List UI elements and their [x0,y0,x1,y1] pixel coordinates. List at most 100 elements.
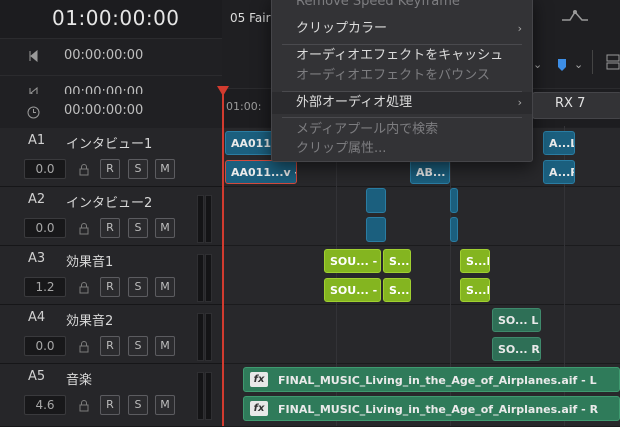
solo-button[interactable]: S [128,218,148,238]
mute-button[interactable]: M [155,159,175,179]
audio-clip[interactable]: AB... R [410,160,450,184]
ruler-label: 01:00: [226,100,262,113]
external-processing-submenu: RX 7 [532,92,620,119]
track-header-a5[interactable]: A5 音楽 4.6 R S M [0,364,222,427]
solo-button[interactable]: S [128,277,148,297]
track-volume[interactable]: 0.0 [24,159,66,179]
menu-item-label: オーディオエフェクトをキャッシュ [296,48,504,63]
chevron-right-icon: › [517,22,522,35]
chevron-down-icon[interactable]: ⌄ [533,58,542,71]
level-meter [205,313,212,361]
music-clip-right[interactable]: fx FINAL_MUSIC_Living_in_the_Age_of_Airp… [243,396,620,421]
playhead[interactable] [222,88,224,426]
track-name[interactable]: インタビュー2 [66,192,152,211]
track-header-a1[interactable]: A1 インタビュー1 0.0 R S M [0,128,222,187]
audio-clip[interactable] [450,217,458,242]
lock-icon[interactable] [79,220,89,235]
in-point-icon [28,49,40,63]
menu-item-label: メディアプール内で検索 [296,122,439,137]
menu-item-clip-color[interactable]: クリップカラー › [272,18,532,40]
timecode-value: 01:00:00:00 [52,6,180,30]
menu-separator [282,117,522,118]
audio-clip[interactable]: SO... L [492,308,541,332]
solo-button[interactable]: S [128,336,148,356]
level-meter [197,254,204,302]
fx-icon: fx [250,401,268,416]
level-meter [197,372,204,420]
record-arm-button[interactable]: R [100,159,120,179]
track-header-a3[interactable]: A3 効果音1 1.2 R S M [0,246,222,305]
track-volume[interactable]: 0.0 [24,336,66,356]
chevron-down-icon[interactable]: ⌄ [574,58,583,71]
music-clip-label: FINAL_MUSIC_Living_in_the_Age_of_Airplan… [278,374,597,387]
menu-item-clip-attributes[interactable]: クリップ属性... [272,138,532,160]
audio-clip[interactable]: AA011... [225,131,275,155]
level-meter [197,195,204,243]
solo-button[interactable]: S [128,395,148,415]
audio-clip[interactable]: S...R [383,278,411,302]
record-arm-button[interactable]: R [100,336,120,356]
audio-clip[interactable]: SOU... - R [324,278,381,302]
mute-button[interactable]: M [155,218,175,238]
track-name[interactable]: 音楽 [66,369,92,388]
audio-clip[interactable]: SO... R [492,337,541,361]
playhead-handle[interactable] [217,86,229,96]
music-clip-left[interactable]: fx FINAL_MUSIC_Living_in_the_Age_of_Airp… [243,367,620,392]
mute-button[interactable]: M [155,277,175,297]
menu-item-cache-audio-effects[interactable]: オーディオエフェクトをキャッシュ [272,45,532,67]
track-lane-a3[interactable] [222,246,620,305]
audio-clip[interactable]: S...L [383,249,411,273]
audio-clip[interactable]: A...L [543,131,575,155]
track-id: A3 [28,251,46,266]
lock-icon[interactable] [79,279,89,294]
chevron-right-icon: › [517,96,522,109]
audio-clip[interactable] [366,188,386,213]
track-header-a2[interactable]: A2 インタビュー2 0.0 R S M [0,187,222,246]
flag-icon[interactable] [556,57,568,76]
menu-item-bounce-audio-effects[interactable]: オーディオエフェクトをバウンス [272,65,532,87]
clip-context-menu: Remove Speed Keyframe クリップカラー › オーディオエフェ… [271,0,533,162]
level-meter [205,254,212,302]
lock-icon[interactable] [79,338,89,353]
lock-icon[interactable] [79,397,89,412]
audio-clip[interactable] [450,188,458,213]
track-header-a4[interactable]: A4 効果音2 0.0 R S M [0,305,222,364]
track-volume[interactable]: 1.2 [24,277,66,297]
in-point-row: 00:00:00:00 [0,39,222,76]
level-meter [205,195,212,243]
audio-clip-selected[interactable]: AA011...v - R [225,160,297,184]
track-height-icon[interactable] [606,54,620,74]
solo-button[interactable]: S [128,159,148,179]
audio-clip[interactable]: A...R [543,160,575,184]
audio-clip[interactable]: S...R [460,278,490,302]
record-arm-button[interactable]: R [100,277,120,297]
lock-icon[interactable] [79,161,89,176]
track-name[interactable]: インタビュー1 [66,133,152,152]
track-name[interactable]: 効果音2 [66,310,113,329]
fx-icon: fx [250,372,268,387]
keyframe-curve-icon[interactable] [560,6,590,30]
submenu-item-rx7[interactable]: RX 7 [555,96,585,111]
level-meter [197,313,204,361]
duration-timecode: 00:00:00:00 [64,103,144,118]
mute-button[interactable]: M [155,395,175,415]
menu-item-external-audio-processing[interactable]: 外部オーディオ処理 › [272,92,532,114]
track-lane-a4[interactable] [222,305,620,364]
menu-item-label: クリップカラー [296,21,388,36]
audio-clip[interactable]: S...L [460,249,490,273]
track-volume[interactable]: 4.6 [24,395,66,415]
track-lane-a2[interactable] [222,187,620,246]
track-id: A2 [28,192,46,207]
clock-icon [27,104,40,123]
audio-clip[interactable] [366,217,386,242]
record-arm-button[interactable]: R [100,218,120,238]
audio-clip[interactable]: SOU... - L [324,249,381,273]
track-volume[interactable]: 0.0 [24,218,66,238]
track-name[interactable]: 効果音1 [66,251,113,270]
menu-item-remove-speed-keyframe[interactable]: Remove Speed Keyframe [272,0,532,13]
menu-item-label: オーディオエフェクトをバウンス [296,68,490,83]
track-id: A1 [28,133,46,148]
menu-item-label: 外部オーディオ処理 [296,95,413,110]
record-arm-button[interactable]: R [100,395,120,415]
mute-button[interactable]: M [155,336,175,356]
